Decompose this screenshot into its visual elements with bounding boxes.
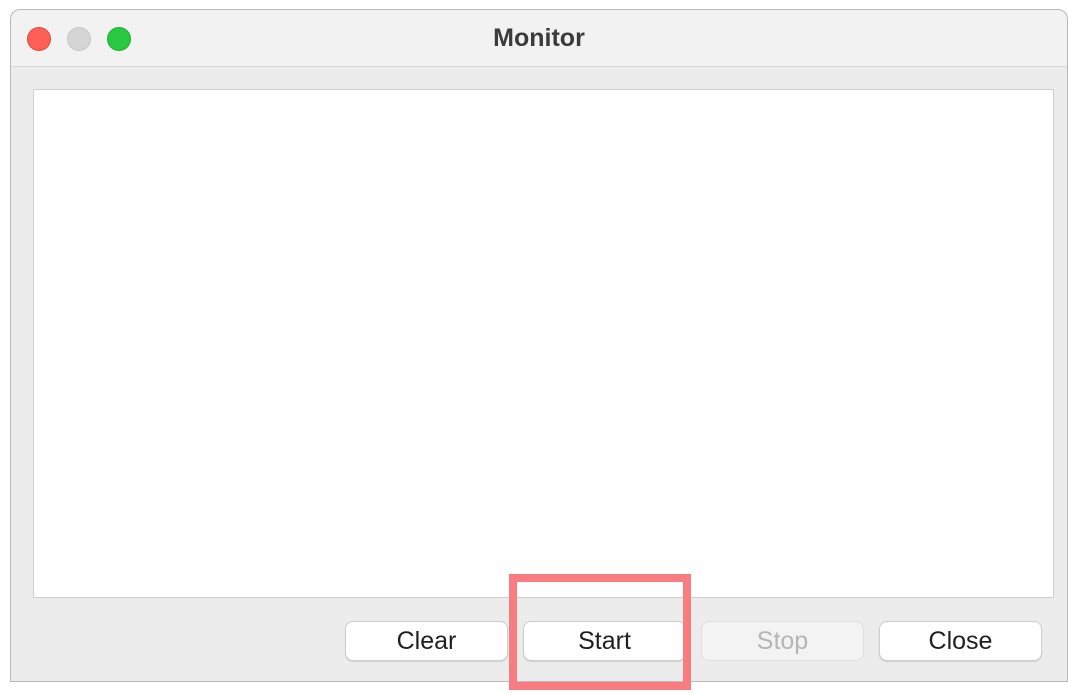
close-button[interactable]: Close — [879, 621, 1042, 661]
log-text-area[interactable] — [33, 89, 1054, 598]
title-bar: Monitor — [11, 10, 1067, 67]
clear-button[interactable]: Clear — [345, 621, 508, 661]
window-title: Monitor — [493, 24, 585, 52]
start-button[interactable]: Start — [523, 621, 686, 661]
stop-button: Stop — [701, 621, 864, 661]
monitor-window: Monitor Clear Start Stop Close — [10, 9, 1068, 682]
